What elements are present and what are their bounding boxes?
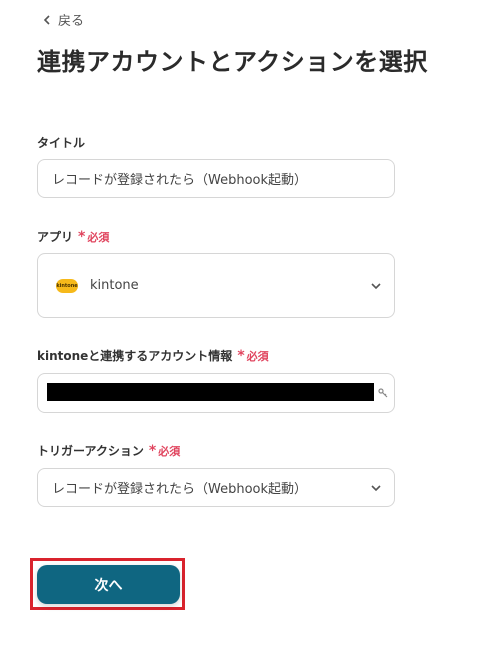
required-badge: * 必須 (237, 347, 269, 364)
kintone-logo-icon: kintone (56, 278, 78, 293)
chevron-left-icon (43, 14, 50, 25)
back-label: 戻る (58, 14, 85, 29)
trigger-select-value: レコードが登録されたら（Webhook起動） (52, 482, 308, 497)
required-badge: * 必須 (148, 442, 181, 459)
page-title: 連携アカウントとアクションを選択 (37, 48, 428, 76)
app-select-value: kintone (90, 278, 139, 293)
account-label: kintoneと連携するアカウント情報 * 必須 (37, 347, 269, 364)
app-select[interactable]: kintone kintone (37, 253, 395, 318)
required-badge: * 必須 (78, 228, 110, 245)
title-input[interactable]: レコードが登録されたら（Webhook起動） (37, 159, 395, 198)
key-icon (378, 388, 388, 398)
next-button[interactable]: 次へ (37, 565, 180, 604)
title-input-value: レコードが登録されたら（Webhook起動） (52, 173, 308, 188)
title-label: タイトル (37, 136, 86, 150)
back-link[interactable]: 戻る (42, 10, 84, 29)
trigger-select[interactable]: レコードが登録されたら（Webhook起動） (37, 468, 395, 507)
chevron-down-icon (371, 282, 381, 289)
trigger-label: トリガーアクション * 必須 (37, 442, 181, 459)
app-label: アプリ * 必須 (37, 228, 110, 245)
chevron-down-icon (371, 484, 381, 491)
redacted-account-value (47, 383, 374, 401)
